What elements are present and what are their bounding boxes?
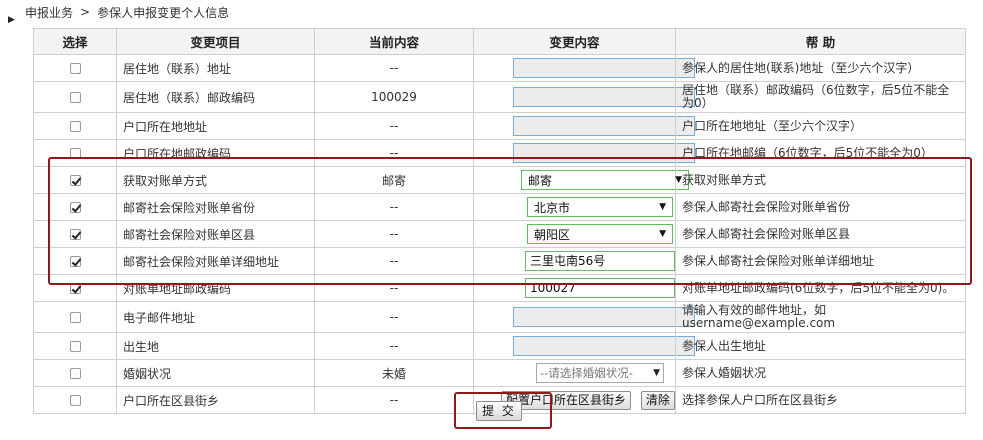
row-help-text: 参保人的居住地(联系)地址（至少六个汉字）: [675, 54, 966, 82]
table-row: 邮寄社会保险对账单区县 -- 朝阳区 ▼ 参保人邮寄社会保险对账单区县: [33, 220, 966, 248]
row-checkbox[interactable]: [69, 395, 81, 406]
change-info-table: 选择 变更项目 当前内容 变更内容 帮 助 居住地（联系）地址 -- 参保人的居…: [33, 28, 966, 414]
dropdown-arrow-icon: ▼: [653, 368, 660, 378]
statement-district-value: 朝阳区: [534, 227, 571, 242]
breadcrumb: 申报业务 > 参保人申报变更个人信息: [25, 3, 229, 21]
dropdown-arrow-icon: ▼: [659, 202, 666, 212]
row-help-text: 参保人出生地址: [675, 332, 966, 360]
marital-status-select[interactable]: --请选择婚姻状况- ▼: [536, 363, 664, 383]
row-checkbox[interactable]: [69, 92, 81, 103]
table-row: 婚姻状况 未婚 --请选择婚姻状况- ▼ 参保人婚姻状况: [33, 359, 966, 387]
row-item-label: 邮寄社会保险对账单省份: [116, 193, 315, 221]
row-item-label: 户口所在地地址: [116, 112, 315, 140]
row-current-value: 未婚: [314, 359, 474, 387]
row-item-label: 对账单地址邮政编码: [116, 274, 315, 302]
row-item-label: 出生地: [116, 332, 315, 360]
row-current-value: --: [314, 301, 474, 333]
row-item-label: 居住地（联系）地址: [116, 54, 315, 82]
table-row: 户口所在地地址 -- 户口所在地地址（至少六个汉字）: [33, 112, 966, 140]
dropdown-arrow-icon: ▼: [659, 229, 666, 239]
breadcrumb-part2: 参保人申报变更个人信息: [97, 5, 230, 20]
table-row: 户口所在地邮政编码 -- 户口所在地邮编（6位数字，后5位不能全为0）: [33, 139, 966, 167]
row-current-value: --: [314, 112, 474, 140]
row-checkbox[interactable]: [69, 175, 81, 186]
header-help: 帮 助: [675, 28, 966, 55]
row-help-text: 居住地（联系）邮政编码（6位数字，后5位不能全为0）: [675, 81, 966, 113]
table-header-row: 选择 变更项目 当前内容 变更内容 帮 助: [33, 28, 966, 55]
table-row: 出生地 -- 参保人出生地址: [33, 332, 966, 360]
row-checkbox[interactable]: [69, 121, 81, 132]
row-current-value: --: [314, 332, 474, 360]
row-checkbox[interactable]: [69, 256, 81, 267]
row-current-value: --: [314, 139, 474, 167]
row-checkbox[interactable]: [69, 368, 81, 379]
clear-button[interactable]: 清除: [640, 390, 675, 410]
residence-address-input[interactable]: [513, 58, 695, 78]
table-row: 邮寄社会保险对账单省份 -- 北京市 ▼ 参保人邮寄社会保险对账单省份: [33, 193, 966, 221]
row-help-text: 参保人邮寄社会保险对账单区县: [675, 220, 966, 248]
row-checkbox[interactable]: [69, 283, 81, 294]
row-current-value: --: [314, 274, 474, 302]
statement-method-value: 邮寄: [528, 173, 553, 188]
row-help-text: 参保人邮寄社会保险对账单省份: [675, 193, 966, 221]
row-current-value: --: [314, 54, 474, 82]
row-checkbox[interactable]: [69, 202, 81, 213]
row-item-label: 居住地（联系）邮政编码: [116, 81, 315, 113]
table-row: 居住地（联系）邮政编码 100029 居住地（联系）邮政编码（6位数字，后5位不…: [33, 81, 966, 113]
row-help-text: 选择参保人户口所在区县街乡: [675, 386, 966, 414]
breadcrumb-part1[interactable]: 申报业务: [25, 4, 73, 21]
row-checkbox[interactable]: [69, 312, 81, 323]
row-checkbox[interactable]: [69, 229, 81, 240]
header-change: 变更内容: [473, 28, 676, 55]
row-help-text: 请输入有效的邮件地址，如username@example.com: [675, 301, 966, 333]
birthplace-input[interactable]: [513, 336, 695, 356]
row-current-value: --: [314, 193, 474, 221]
table-row: 居住地（联系）地址 -- 参保人的居住地(联系)地址（至少六个汉字）: [33, 54, 966, 82]
table-row: 邮寄社会保险对账单详细地址 -- 三里屯南56号 参保人邮寄社会保险对账单详细地…: [33, 247, 966, 275]
row-checkbox[interactable]: [69, 63, 81, 74]
dropdown-arrow-icon: ▼: [675, 175, 682, 185]
row-current-value: --: [314, 220, 474, 248]
email-input[interactable]: [513, 307, 695, 327]
row-help-text: 参保人婚姻状况: [675, 359, 966, 387]
statement-province-select[interactable]: 北京市 ▼: [527, 197, 673, 217]
breadcrumb-arrow-icon: ▶: [8, 15, 15, 25]
row-help-text: 参保人邮寄社会保险对账单详细地址: [675, 247, 966, 275]
row-checkbox[interactable]: [69, 341, 81, 352]
row-current-value: --: [314, 247, 474, 275]
row-current-value: 邮寄: [314, 166, 474, 194]
breadcrumb-separator: >: [80, 5, 91, 19]
statement-province-value: 北京市: [534, 200, 571, 215]
header-select: 选择: [33, 28, 117, 55]
header-current: 当前内容: [314, 28, 474, 55]
table-row: 获取对账单方式 邮寄 邮寄 ▼ 获取对账单方式: [33, 166, 966, 194]
row-current-value: 100029: [314, 81, 474, 113]
submit-button[interactable]: 提 交: [476, 401, 522, 421]
marital-status-value: --请选择婚姻状况-: [540, 366, 633, 380]
statement-address-input[interactable]: 三里屯南56号: [525, 251, 675, 271]
row-current-value: --: [314, 386, 474, 414]
row-help-text: 户口所在地邮编（6位数字，后5位不能全为0）: [675, 139, 966, 167]
statement-postcode-input[interactable]: 100027: [525, 278, 675, 298]
row-item-label: 邮寄社会保险对账单区县: [116, 220, 315, 248]
residence-postcode-input[interactable]: [513, 87, 695, 107]
row-help-text: 获取对账单方式: [675, 166, 966, 194]
row-item-label: 获取对账单方式: [116, 166, 315, 194]
row-item-label: 户口所在地邮政编码: [116, 139, 315, 167]
table-row: 电子邮件地址 -- 请输入有效的邮件地址，如username@example.c…: [33, 301, 966, 333]
row-item-label: 婚姻状况: [116, 359, 315, 387]
row-checkbox[interactable]: [69, 148, 81, 159]
row-help-text: 户口所在地地址（至少六个汉字）: [675, 112, 966, 140]
row-item-label: 邮寄社会保险对账单详细地址: [116, 247, 315, 275]
statement-district-select[interactable]: 朝阳区 ▼: [527, 224, 673, 244]
hukou-postcode-input[interactable]: [513, 143, 695, 163]
statement-method-select[interactable]: 邮寄 ▼: [521, 170, 689, 190]
row-help-text: 对账单地址邮政编码(6位数字，后5位不能全为0)。: [675, 274, 966, 302]
hukou-address-input[interactable]: [513, 116, 695, 136]
header-item: 变更项目: [116, 28, 315, 55]
row-item-label: 户口所在区县街乡: [116, 386, 315, 414]
table-row: 对账单地址邮政编码 -- 100027 对账单地址邮政编码(6位数字，后5位不能…: [33, 274, 966, 302]
row-item-label: 电子邮件地址: [116, 301, 315, 333]
